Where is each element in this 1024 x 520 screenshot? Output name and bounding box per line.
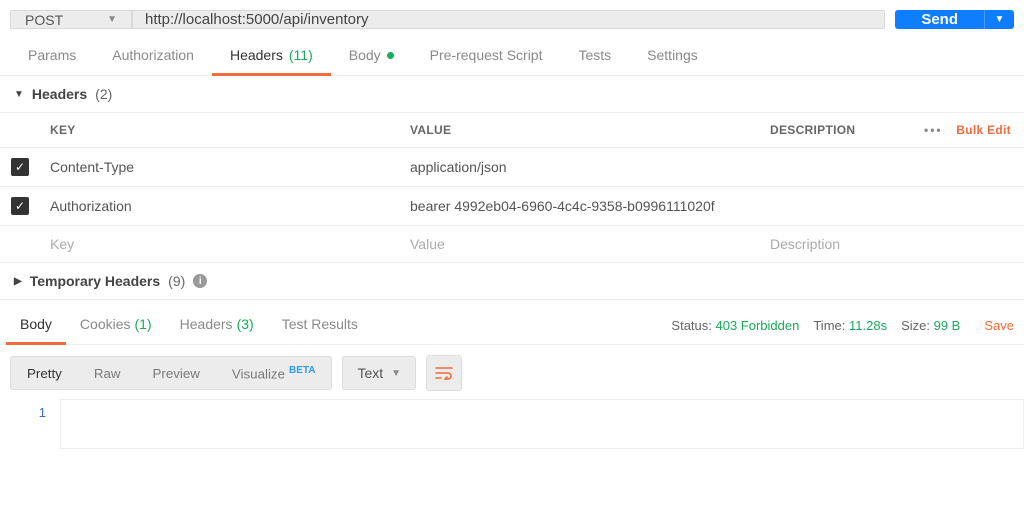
tab-count: (1)	[135, 316, 152, 332]
header-desc[interactable]	[760, 148, 914, 187]
temp-headers-toggle[interactable]: ▶ Temporary Headers (9) i	[0, 263, 1024, 300]
response-format-select[interactable]: Text ▼	[342, 356, 416, 390]
line-number: 1	[0, 399, 60, 449]
http-method-value: POST	[25, 12, 63, 28]
status-value: 403 Forbidden	[716, 318, 800, 333]
header-key-placeholder[interactable]: Key	[40, 226, 400, 263]
tab-label: Params	[28, 47, 76, 63]
col-desc: DESCRIPTION	[760, 113, 914, 148]
header-key[interactable]: Content-Type	[40, 148, 400, 187]
header-key[interactable]: Authorization	[40, 187, 400, 226]
view-preview[interactable]: Preview	[136, 357, 215, 389]
tab-label: Settings	[647, 47, 698, 63]
view-raw[interactable]: Raw	[78, 357, 137, 389]
tab-label: Headers	[180, 316, 233, 332]
http-method-select[interactable]: POST ▼	[10, 10, 132, 29]
view-visualize[interactable]: Visualize BETA	[216, 357, 332, 389]
tab-count: (3)	[237, 316, 254, 332]
header-desc-placeholder[interactable]: Description	[760, 226, 914, 263]
header-row[interactable]: ✓ Content-Type application/json	[0, 148, 1024, 187]
checkbox[interactable]: ✓	[11, 197, 29, 215]
send-dropdown-button[interactable]: ▼	[984, 10, 1014, 29]
tab-count: (11)	[289, 47, 313, 63]
resp-tab-cookies[interactable]: Cookies (1)	[66, 306, 166, 344]
time-value: 11.28s	[849, 318, 887, 333]
header-desc[interactable]	[760, 187, 914, 226]
status-label: Status:	[671, 318, 711, 333]
section-count: (2)	[95, 86, 112, 102]
more-options-icon[interactable]: •••	[924, 123, 953, 137]
wrap-icon	[435, 366, 453, 380]
beta-badge: BETA	[289, 365, 315, 376]
tab-label: Cookies	[80, 316, 131, 332]
resp-tab-tests[interactable]: Test Results	[268, 306, 372, 344]
tab-label: Tests	[578, 47, 611, 63]
section-count: (9)	[168, 273, 185, 289]
resp-tab-headers[interactable]: Headers (3)	[166, 306, 268, 344]
tab-label: Pre-request Script	[430, 47, 543, 63]
size-value: 99 B	[934, 318, 961, 333]
header-value[interactable]: bearer 4992eb04-6960-4c4c-9358-b09961110…	[400, 187, 760, 226]
visualize-label: Visualize	[232, 366, 285, 381]
tab-settings[interactable]: Settings	[629, 37, 716, 75]
tab-body[interactable]: Body	[331, 37, 412, 75]
tab-label: Body	[349, 47, 381, 63]
chevron-down-icon: ▼	[391, 368, 401, 379]
tab-prerequest[interactable]: Pre-request Script	[412, 37, 561, 75]
save-response-link[interactable]: Save	[984, 318, 1014, 333]
size-label: Size:	[901, 318, 930, 333]
response-body[interactable]	[60, 399, 1024, 449]
tab-label: Authorization	[112, 47, 194, 63]
wrap-lines-button[interactable]	[426, 355, 462, 391]
format-value: Text	[357, 365, 383, 381]
tab-label: Test Results	[282, 316, 358, 332]
tab-label: Body	[20, 316, 52, 332]
col-key: KEY	[40, 113, 400, 148]
view-mode-segment: Pretty Raw Preview Visualize BETA	[10, 356, 332, 390]
chevron-down-icon: ▼	[14, 89, 24, 100]
section-title: Temporary Headers	[30, 273, 160, 289]
resp-tab-body[interactable]: Body	[6, 306, 66, 344]
header-row-new[interactable]: Key Value Description	[0, 226, 1024, 263]
tab-tests[interactable]: Tests	[560, 37, 629, 75]
tab-headers[interactable]: Headers (11)	[212, 37, 331, 75]
view-pretty[interactable]: Pretty	[11, 357, 78, 389]
tab-params[interactable]: Params	[10, 37, 94, 75]
col-value: VALUE	[400, 113, 760, 148]
header-value-placeholder[interactable]: Value	[400, 226, 760, 263]
tab-label: Headers	[230, 47, 283, 63]
section-title: Headers	[32, 86, 87, 102]
time-label: Time:	[813, 318, 845, 333]
info-icon[interactable]: i	[193, 274, 207, 288]
header-row[interactable]: ✓ Authorization bearer 4992eb04-6960-4c4…	[0, 187, 1024, 226]
headers-section-toggle[interactable]: ▼ Headers (2)	[0, 76, 1024, 113]
checkbox[interactable]: ✓	[11, 158, 29, 176]
bulk-edit-link[interactable]: Bulk Edit	[956, 123, 1011, 137]
chevron-right-icon: ▶	[14, 276, 22, 287]
send-button[interactable]: Send	[895, 10, 984, 29]
header-value[interactable]: application/json	[400, 148, 760, 187]
dot-indicator-icon	[387, 52, 394, 59]
chevron-down-icon: ▼	[107, 14, 117, 25]
request-url-input[interactable]	[132, 10, 885, 29]
tab-authorization[interactable]: Authorization	[94, 37, 212, 75]
